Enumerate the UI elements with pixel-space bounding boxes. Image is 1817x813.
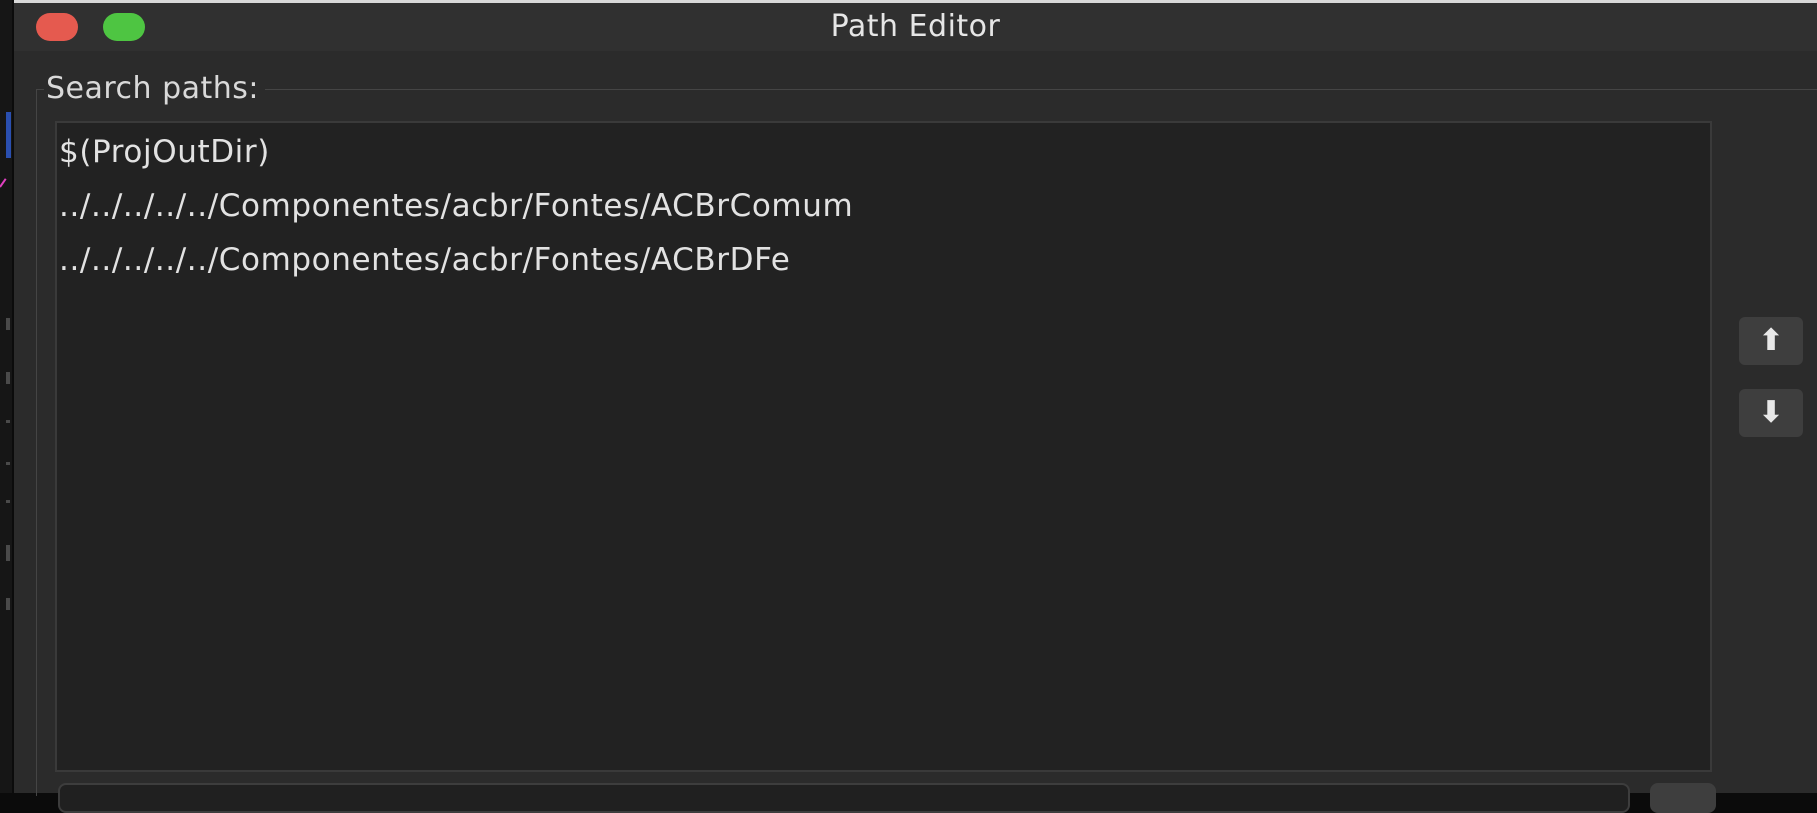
move-up-button[interactable]: ⬆ — [1739, 317, 1803, 365]
background-window-mark — [6, 318, 10, 330]
arrow-up-icon: ⬆ — [1758, 323, 1784, 358]
background-window-mark — [0, 178, 7, 188]
browse-button[interactable] — [1650, 783, 1716, 813]
background-window-mark — [6, 372, 10, 384]
list-item[interactable]: ../../../../../Componentes/acbr/Fontes/A… — [57, 179, 1710, 233]
window-title: Path Editor — [830, 9, 1001, 44]
background-window-mark — [6, 420, 10, 423]
path-editor-window: Path Editor Search paths: $(ProjOutDir) … — [14, 0, 1817, 813]
background-window-mark — [6, 462, 10, 465]
group-box-border — [36, 89, 1817, 90]
arrow-down-icon: ⬇ — [1758, 395, 1784, 430]
group-box-border — [36, 89, 37, 796]
search-paths-list[interactable]: $(ProjOutDir) ../../../../../Componentes… — [55, 121, 1712, 772]
background-window-edge — [0, 0, 12, 793]
background-window-mark — [6, 545, 10, 561]
move-down-button[interactable]: ⬇ — [1739, 389, 1803, 437]
background-window-mark — [6, 112, 11, 158]
path-input-field[interactable] — [58, 783, 1630, 813]
search-paths-label: Search paths: — [44, 67, 266, 111]
list-item[interactable]: $(ProjOutDir) — [57, 125, 1710, 179]
background-window-mark — [6, 500, 10, 503]
list-item[interactable]: ../../../../../Componentes/acbr/Fontes/A… — [57, 233, 1710, 287]
title-bar[interactable]: Path Editor — [14, 3, 1817, 51]
background-window-mark — [6, 598, 10, 610]
